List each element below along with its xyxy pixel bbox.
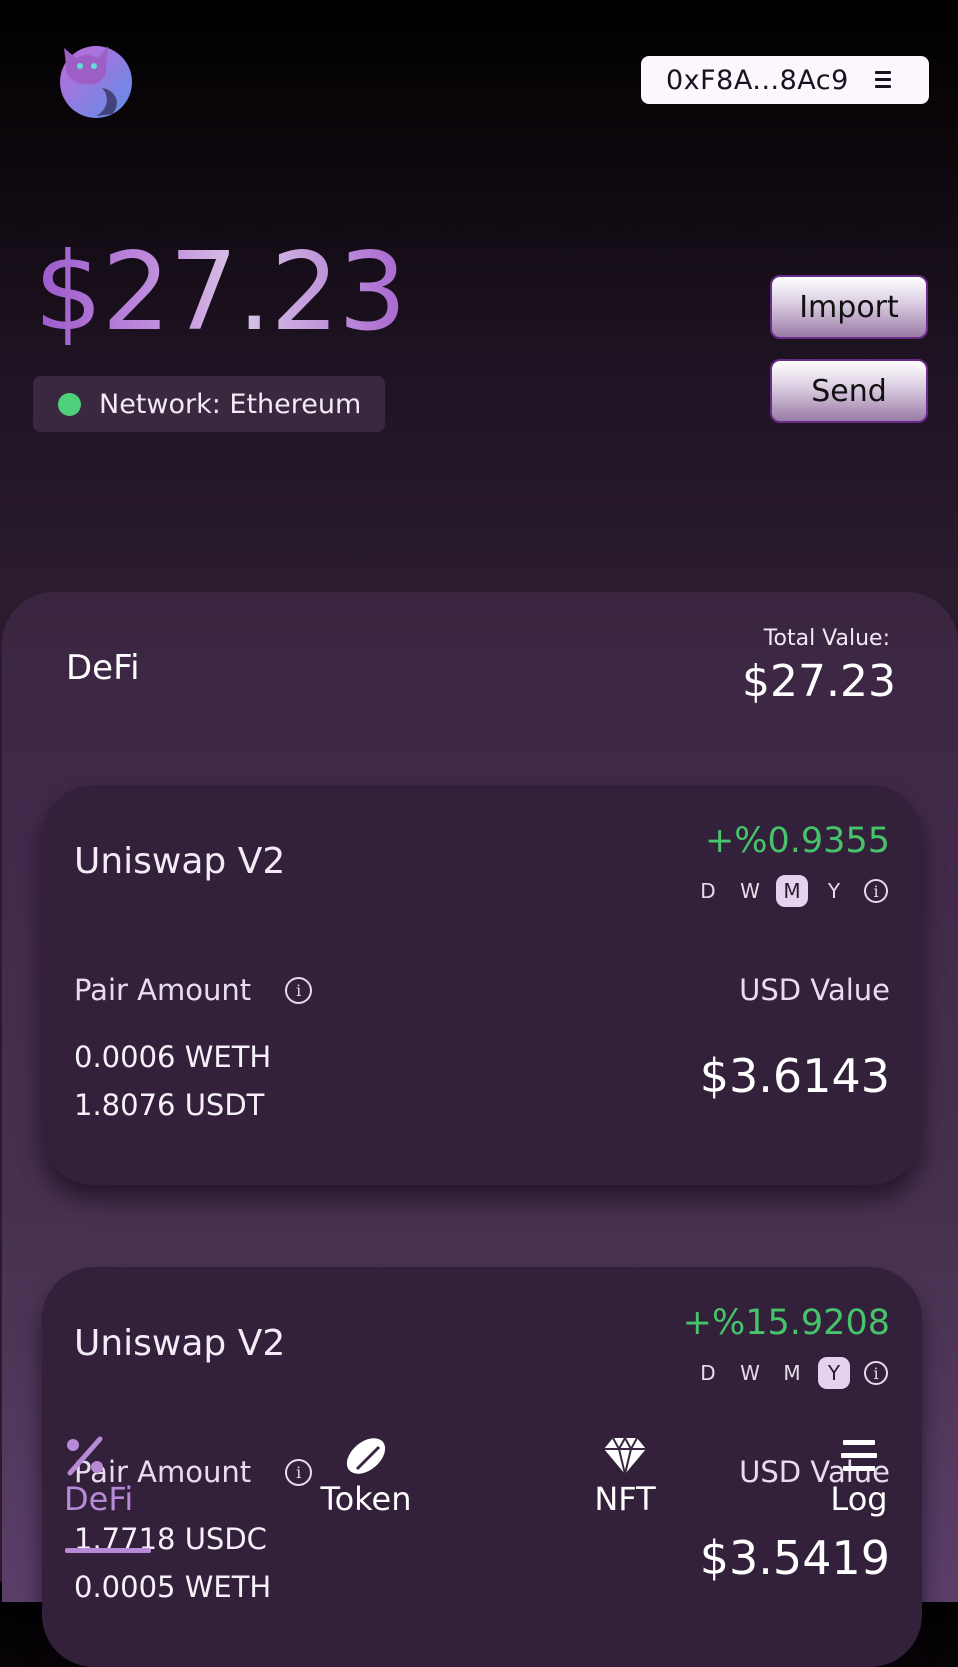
period-month[interactable]: M	[776, 1357, 808, 1389]
pair-amount-1: 0.0006 WETH	[74, 1040, 272, 1074]
network-label: Network: Ethereum	[99, 388, 362, 420]
period-year[interactable]: Y	[818, 875, 850, 907]
active-tab-indicator	[65, 1548, 151, 1553]
network-status-dot	[58, 392, 81, 416]
percent-icon	[64, 1436, 108, 1476]
period-week[interactable]: W	[734, 875, 766, 907]
usd-value: $3.6143	[699, 1049, 890, 1103]
nav-nft[interactable]: NFT	[585, 1436, 665, 1518]
change-percent: +%15.9208	[682, 1303, 890, 1343]
total-value: $27.23	[742, 656, 896, 707]
period-month[interactable]: M	[776, 875, 808, 907]
period-selector: D W M Y i	[682, 1357, 888, 1389]
pair-amount-label: Pair Amount i	[74, 973, 313, 1007]
period-week[interactable]: W	[734, 1357, 766, 1389]
send-button[interactable]: Send	[770, 359, 928, 423]
period-selector: D W M Y i	[682, 875, 888, 907]
list-icon	[837, 1436, 881, 1476]
position-card: Uniswap V2 +%0.9355 D W M Y i Pair Amoun…	[42, 785, 922, 1185]
pair-amount-2: 1.8076 USDT	[74, 1088, 265, 1122]
usd-value-label: USD Value	[739, 973, 890, 1007]
menu-icon	[875, 71, 891, 89]
wallet-address-button[interactable]: 0xF8A...8Ac9	[641, 56, 929, 104]
diamond-icon	[603, 1436, 647, 1476]
nav-label: NFT	[594, 1480, 656, 1518]
nav-label: Log	[830, 1480, 888, 1518]
info-icon[interactable]: i	[285, 1458, 313, 1486]
import-button[interactable]: Import	[770, 275, 928, 339]
total-balance: $27.23	[34, 230, 407, 355]
protocol-name: Uniswap V2	[74, 1323, 286, 1364]
app-logo	[56, 40, 138, 120]
pair-amount-2: 0.0005 WETH	[74, 1570, 272, 1604]
nav-log[interactable]: Log	[828, 1436, 890, 1518]
coin-icon	[344, 1436, 388, 1476]
period-year[interactable]: Y	[818, 1357, 850, 1389]
info-icon[interactable]: i	[864, 879, 888, 903]
total-value-label: Total Value:	[763, 626, 890, 651]
change-percent: +%0.9355	[704, 821, 890, 861]
info-icon[interactable]: i	[285, 976, 313, 1004]
nav-defi[interactable]: DeFi	[64, 1436, 154, 1518]
info-icon[interactable]: i	[864, 1361, 888, 1385]
nav-token[interactable]: Token	[316, 1436, 416, 1518]
usd-value: $3.5419	[699, 1531, 890, 1585]
protocol-name: Uniswap V2	[74, 841, 286, 882]
wallet-address: 0xF8A...8Ac9	[666, 64, 849, 96]
pair-amount-text: Pair Amount	[74, 973, 252, 1007]
period-day[interactable]: D	[692, 1357, 724, 1389]
nav-label: Token	[320, 1480, 412, 1518]
nav-label: DeFi	[64, 1480, 134, 1518]
section-title: DeFi	[66, 648, 140, 688]
period-day[interactable]: D	[692, 875, 724, 907]
network-badge: Network: Ethereum	[33, 376, 385, 432]
position-card: Uniswap V2 +%15.9208 D W M Y i Pair Amou…	[42, 1267, 922, 1667]
